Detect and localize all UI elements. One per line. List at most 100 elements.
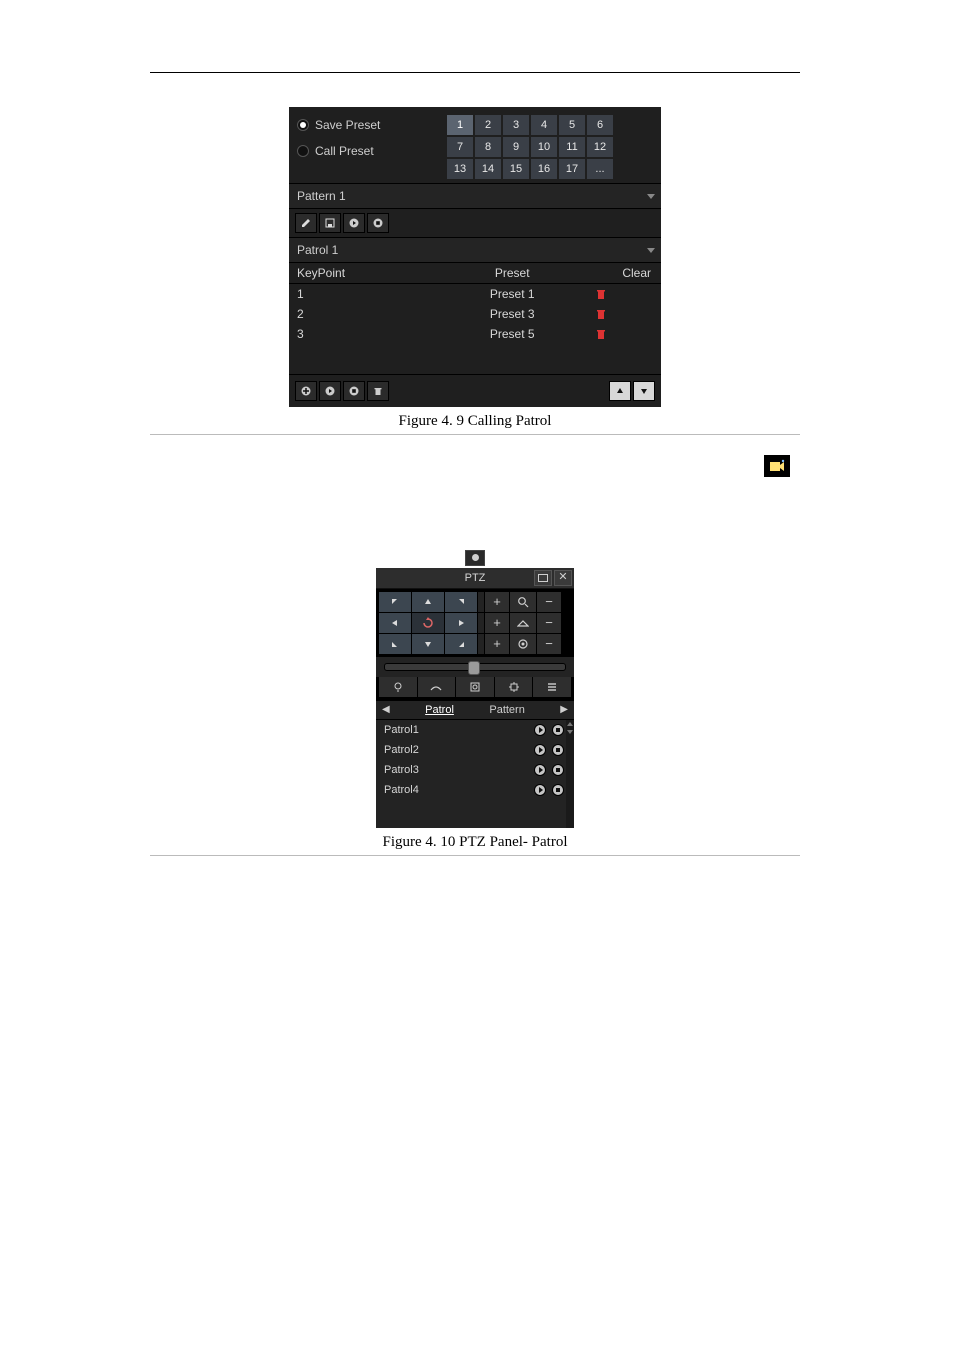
- center-icon[interactable]: [495, 677, 533, 697]
- row2-preset: Preset 3: [438, 304, 587, 324]
- speed-slider[interactable]: [376, 657, 574, 677]
- table-header-key: KeyPoint: [289, 263, 438, 284]
- iris-icon: [510, 634, 536, 654]
- preset-num-2[interactable]: 2: [475, 115, 501, 135]
- preset-num-14[interactable]: 14: [475, 159, 501, 179]
- list-item[interactable]: Patrol2: [376, 740, 566, 760]
- stop-icon[interactable]: [343, 381, 365, 401]
- table-row[interactable]: 2 Preset 3: [289, 304, 661, 324]
- trash-icon[interactable]: [595, 288, 653, 300]
- zoom-plus[interactable]: +: [485, 592, 509, 612]
- play-icon[interactable]: [534, 744, 546, 756]
- tab-next-icon[interactable]: ▶: [560, 704, 568, 715]
- zoom-icon: [510, 592, 536, 612]
- preset-num-6[interactable]: 6: [587, 115, 613, 135]
- fig410-text: PTZ Panel- Patrol: [459, 834, 567, 850]
- call-preset-radio[interactable]: Call Preset: [297, 145, 447, 157]
- preset-num-7[interactable]: 7: [447, 137, 473, 157]
- trash-icon[interactable]: [595, 308, 653, 320]
- tab-pattern[interactable]: Pattern: [489, 704, 524, 716]
- keypoint-table: KeyPoint Preset Clear 1 Preset 1 2 Prese…: [289, 263, 661, 344]
- scroll-up-icon[interactable]: [566, 720, 574, 728]
- trash-icon[interactable]: [367, 381, 389, 401]
- list-item[interactable]: Patrol1: [376, 720, 566, 740]
- fig49-title: Figure 4. 9: [399, 413, 464, 429]
- fig410-title: Figure 4. 10: [383, 834, 456, 850]
- list-item[interactable]: Patrol4: [376, 780, 566, 800]
- iris-minus[interactable]: −: [537, 634, 561, 654]
- row3-key: 3: [289, 324, 438, 344]
- patrol4-label: Patrol4: [384, 784, 419, 796]
- patrol3-label: Patrol3: [384, 764, 419, 776]
- preset-num-15[interactable]: 15: [503, 159, 529, 179]
- preset-num-9[interactable]: 9: [503, 137, 529, 157]
- close-icon[interactable]: ✕: [554, 570, 572, 586]
- scroll-down-icon[interactable]: [566, 728, 574, 736]
- light-icon[interactable]: [379, 677, 417, 697]
- minimize-icon[interactable]: [534, 570, 552, 586]
- focus-icon: [510, 613, 536, 633]
- scrollbar[interactable]: [566, 720, 574, 828]
- dir-up-left[interactable]: [379, 592, 411, 612]
- focus-minus[interactable]: −: [537, 613, 561, 633]
- stop-icon[interactable]: [552, 724, 564, 736]
- preset-num-3[interactable]: 3: [503, 115, 529, 135]
- trash-icon[interactable]: [595, 328, 653, 340]
- radio-dot-selected-icon: [297, 119, 309, 131]
- table-header-clear: Clear: [587, 263, 661, 284]
- play-icon[interactable]: [534, 724, 546, 736]
- preset-num-13[interactable]: 13: [447, 159, 473, 179]
- iris-plus[interactable]: +: [485, 634, 509, 654]
- dir-left[interactable]: [379, 613, 411, 633]
- stop-icon[interactable]: [367, 213, 389, 233]
- save-preset-radio[interactable]: Save Preset: [297, 119, 447, 131]
- collapse-toggle-icon[interactable]: [465, 550, 485, 566]
- add-icon[interactable]: [295, 381, 317, 401]
- preset-num-4[interactable]: 4: [531, 115, 557, 135]
- stop-icon[interactable]: [552, 784, 564, 796]
- list-item[interactable]: Patrol3: [376, 760, 566, 780]
- play-icon[interactable]: [534, 764, 546, 776]
- tab-patrol[interactable]: Patrol: [425, 704, 454, 716]
- dir-up[interactable]: [412, 592, 444, 612]
- play-icon[interactable]: [343, 213, 365, 233]
- dir-right[interactable]: [445, 613, 477, 633]
- play-icon[interactable]: [319, 381, 341, 401]
- save-icon[interactable]: [319, 213, 341, 233]
- preset-num-12[interactable]: 12: [587, 137, 613, 157]
- pattern-dropdown[interactable]: Pattern 1: [289, 183, 661, 209]
- stop-icon[interactable]: [552, 764, 564, 776]
- tab-prev-icon[interactable]: ◀: [382, 704, 390, 715]
- table-row[interactable]: 1 Preset 1: [289, 284, 661, 305]
- preset-num-17[interactable]: 17: [559, 159, 585, 179]
- move-up-button[interactable]: [609, 381, 631, 401]
- preset-num-8[interactable]: 8: [475, 137, 501, 157]
- slider-knob-icon[interactable]: [468, 661, 480, 675]
- auto-pan-icon[interactable]: [412, 613, 444, 633]
- preset-num-16[interactable]: 16: [531, 159, 557, 179]
- dir-up-right[interactable]: [445, 592, 477, 612]
- call-preset-label: Call Preset: [315, 145, 374, 157]
- move-down-button[interactable]: [633, 381, 655, 401]
- dir-down-left[interactable]: [379, 634, 411, 654]
- dir-down[interactable]: [412, 634, 444, 654]
- preset-num-1[interactable]: 1: [447, 115, 473, 135]
- patrol-dropdown[interactable]: Patrol 1: [289, 237, 661, 263]
- ptz-title: PTZ: [465, 572, 486, 584]
- pattern-toolbar: [289, 209, 661, 237]
- play-icon[interactable]: [534, 784, 546, 796]
- row1-key: 1: [289, 284, 438, 305]
- dir-down-right[interactable]: [445, 634, 477, 654]
- preset-num-11[interactable]: 11: [559, 137, 585, 157]
- preset-num-10[interactable]: 10: [531, 137, 557, 157]
- edit-icon[interactable]: [295, 213, 317, 233]
- focus-plus[interactable]: +: [485, 613, 509, 633]
- aux-zoom-icon[interactable]: [456, 677, 494, 697]
- table-row[interactable]: 3 Preset 5: [289, 324, 661, 344]
- menu-icon[interactable]: [533, 677, 571, 697]
- zoom-minus[interactable]: −: [537, 592, 561, 612]
- preset-num-more[interactable]: ...: [587, 159, 613, 179]
- wiper-icon[interactable]: [418, 677, 456, 697]
- preset-num-5[interactable]: 5: [559, 115, 585, 135]
- stop-icon[interactable]: [552, 744, 564, 756]
